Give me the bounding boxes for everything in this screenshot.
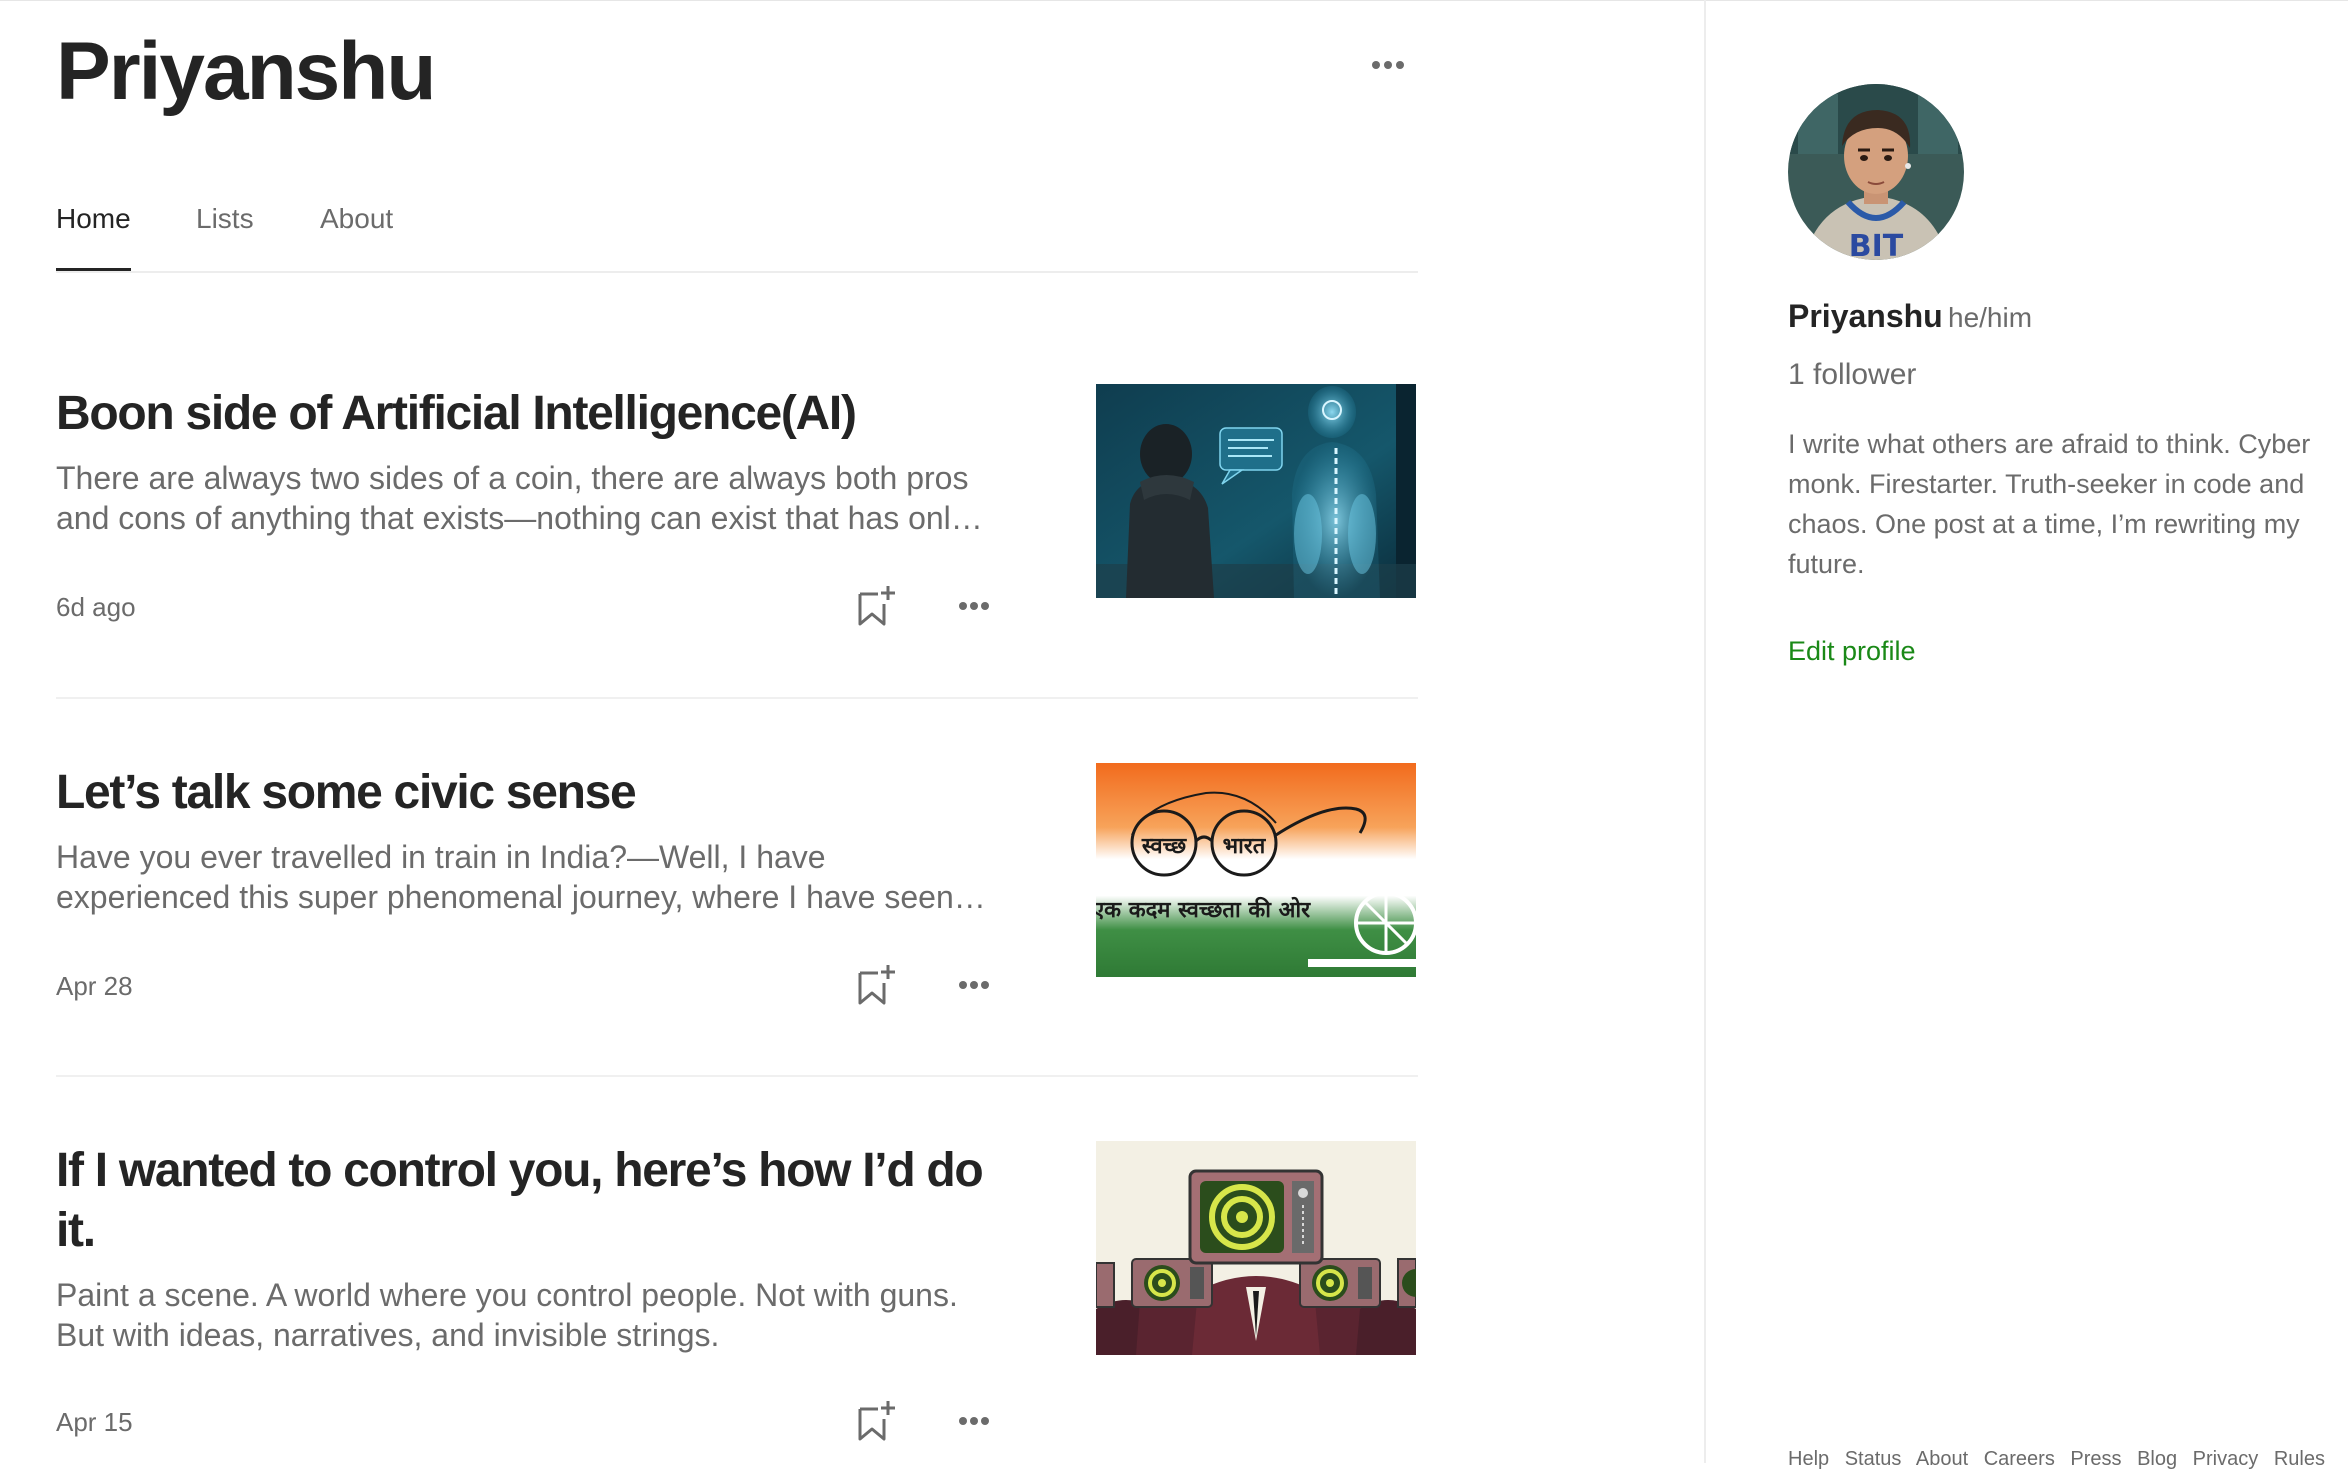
footer-link-rules[interactable]: Rules (2274, 1448, 2325, 1470)
bookmark-add-icon (858, 1401, 895, 1441)
more-horizontal-icon (959, 602, 989, 610)
article-excerpt[interactable]: There are always two sides of a coin, th… (56, 458, 1006, 538)
tab-lists[interactable]: Lists (196, 195, 254, 271)
bookmark-add-icon (858, 586, 895, 626)
glasses-text-left: स्वच्छ (1141, 834, 1188, 859)
save-button[interactable] (850, 959, 902, 1011)
save-button[interactable] (850, 1395, 902, 1447)
footer-link-about[interactable]: About (1916, 1448, 1968, 1470)
footer-link-press[interactable]: Press (2070, 1448, 2121, 1470)
profile-sidebar: BIT Priyanshu he/him 1 follower I write … (1704, 0, 2348, 1470)
article-divider (56, 697, 1418, 699)
article-more-options-button[interactable] (944, 1395, 1004, 1447)
more-horizontal-icon (959, 981, 989, 989)
footer-link-privacy[interactable]: Privacy (2193, 1448, 2259, 1470)
profile-title: Priyanshu (56, 26, 436, 117)
avatar[interactable]: BIT (1788, 84, 1964, 260)
article-title[interactable]: If I wanted to control you, here’s how I… (56, 1141, 1006, 1261)
article-thumbnail-tv-heads[interactable] (1096, 1141, 1416, 1355)
footer-link-status[interactable]: Status (1845, 1448, 1902, 1470)
tab-about[interactable]: About (320, 195, 393, 271)
profile-more-options-button[interactable] (1366, 50, 1410, 80)
article-thumbnail-ai-robot[interactable] (1096, 384, 1416, 598)
article-date: Apr 15 (56, 1407, 133, 1437)
profile-bio: I write what others are afraid to think.… (1788, 429, 2311, 579)
sidebar-profile-name[interactable]: Priyanshu (1788, 298, 1943, 335)
save-button[interactable] (850, 580, 902, 632)
svg-text:BIT: BIT (1849, 229, 1904, 260)
profile-tabs: Home Lists About (56, 195, 1418, 273)
edit-profile-link[interactable]: Edit profile (1788, 636, 1916, 667)
main-column: Priyanshu Home Lists About Boon side of … (56, 0, 1418, 1463)
tagline-text: एक कदम स्वच्छता की ओर (1096, 896, 1311, 923)
glasses-text-right: भारत (1223, 834, 1267, 859)
article-excerpt[interactable]: Have you ever travelled in train in Indi… (56, 837, 1006, 917)
footer-links: Help Status About Careers Press Blog Pri… (1788, 1448, 2335, 1471)
article-title[interactable]: Boon side of Artificial Intelligence(AI) (56, 384, 1006, 444)
bookmark-add-icon (858, 965, 895, 1005)
article-date: Apr 28 (56, 971, 133, 1001)
footer-link-blog[interactable]: Blog (2137, 1448, 2177, 1470)
article-more-options-button[interactable] (944, 580, 1004, 632)
footer-link-help[interactable]: Help (1788, 1448, 1829, 1470)
article-title[interactable]: Let’s talk some civic sense (56, 763, 1006, 823)
follower-count-link[interactable]: 1 follower (1788, 358, 1916, 392)
tab-home[interactable]: Home (56, 195, 131, 271)
more-horizontal-icon (1372, 61, 1404, 69)
more-horizontal-icon (959, 1417, 989, 1425)
article-excerpt[interactable]: Paint a scene. A world where you control… (56, 1275, 1006, 1355)
article-more-options-button[interactable] (944, 959, 1004, 1011)
article-thumbnail-swachh-bharat[interactable]: स्वच्छ भारत एक कदम स्वच्छता की ओर (1096, 763, 1416, 977)
article-date: 6d ago (56, 592, 136, 622)
footer-link-careers[interactable]: Careers (1984, 1448, 2055, 1470)
article-divider (56, 1075, 1418, 1077)
pronouns: he/him (1948, 302, 2033, 333)
